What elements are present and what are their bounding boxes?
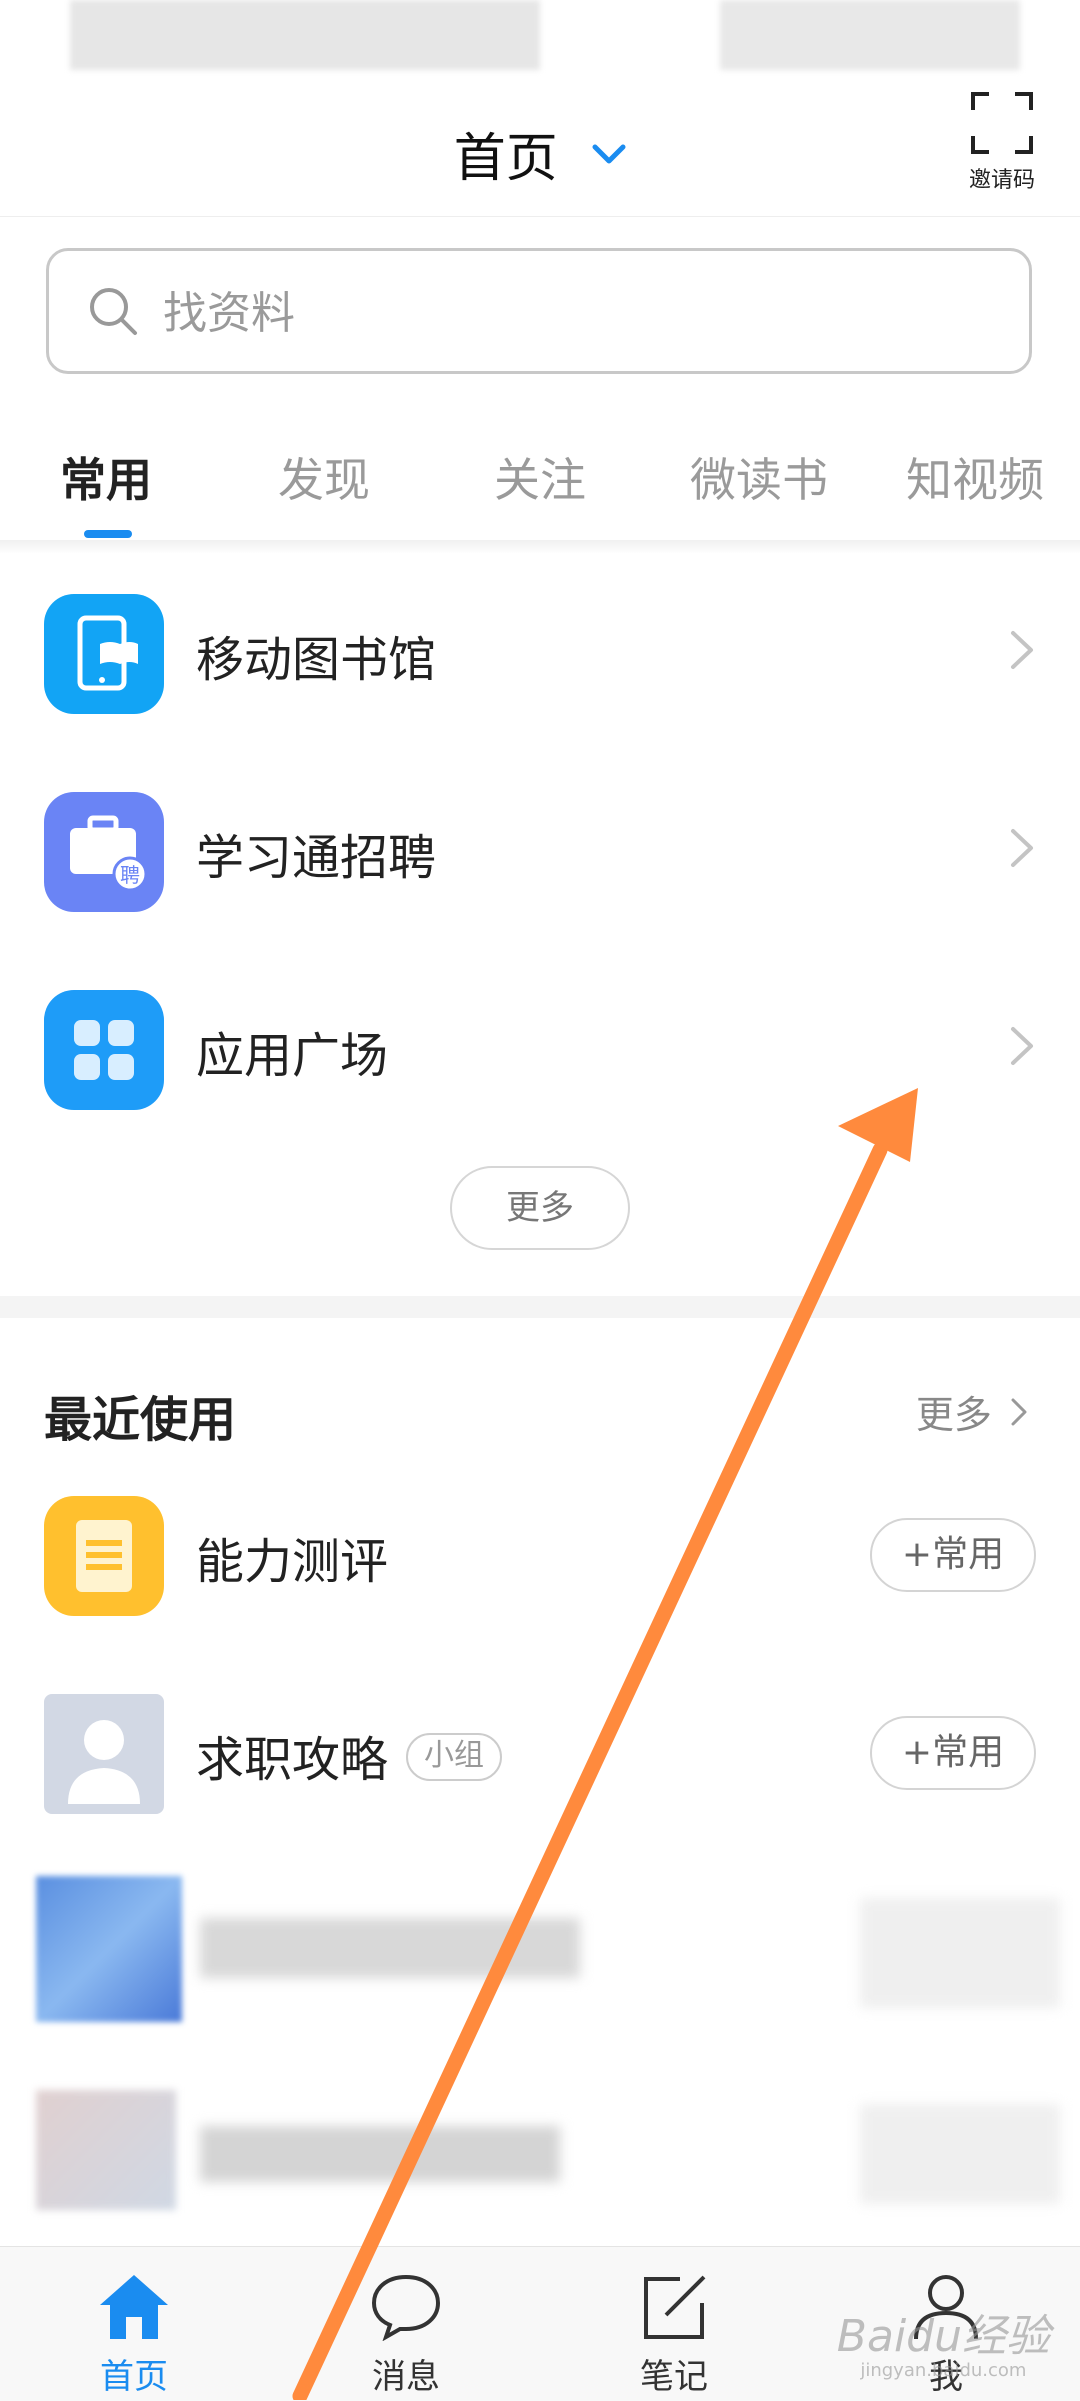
invite-code-button[interactable]: 邀请码 <box>962 92 1042 194</box>
top-header: 首页 邀请码 <box>0 80 1080 217</box>
chevron-right-icon <box>1011 631 1033 669</box>
app-grid-icon <box>44 990 164 1110</box>
nav-messages[interactable]: 消息 <box>336 2271 476 2398</box>
blurred-icon <box>36 2090 176 2210</box>
tab-discover[interactable]: 发现 <box>278 444 370 510</box>
group-tag: 小组 <box>406 1733 503 1781</box>
list-item-blurred[interactable] <box>0 1862 1080 2042</box>
svg-text:聘: 聘 <box>120 863 140 887</box>
tab-micro-reading[interactable]: 微读书 <box>690 444 828 510</box>
blurred-label <box>200 2126 560 2182</box>
chevron-down-icon <box>592 144 626 163</box>
tab-knowledge-video[interactable]: 知视频 <box>906 444 1044 510</box>
active-tab-indicator <box>84 530 132 538</box>
add-to-common-button[interactable]: +常用 <box>870 1716 1036 1790</box>
list-item-label: 移动图书馆 <box>196 632 437 688</box>
blurred-icon <box>36 1876 182 2022</box>
invite-code-label: 邀请码 <box>968 168 1035 193</box>
home-icon <box>100 2275 168 2339</box>
nav-home[interactable]: 首页 <box>64 2271 204 2398</box>
list-item-recruitment[interactable]: 聘 学习通招聘 <box>0 762 1080 942</box>
list-item-label: 求职攻略 小组 <box>196 1720 503 1790</box>
recent-section-title: 最近使用 <box>44 1392 237 1448</box>
list-item-app-square[interactable]: 应用广场 <box>0 960 1080 1140</box>
page-title: 首页 <box>453 129 558 189</box>
blurred-action <box>860 1898 1060 2008</box>
status-bar <box>0 0 1080 80</box>
search-icon <box>90 288 137 335</box>
recent-more-label: 更多 <box>915 1393 992 1437</box>
section-divider <box>0 1296 1080 1318</box>
list-item-ability-test[interactable]: 能力测评 +常用 <box>0 1466 1080 1646</box>
chevron-right-icon <box>1011 1027 1033 1065</box>
scan-frame-icon <box>971 92 1033 154</box>
baidu-watermark: Baidu经验 jingyan.baidu.com <box>837 2300 1050 2381</box>
message-icon <box>371 2274 441 2342</box>
tabs-divider <box>0 540 1080 554</box>
list-item-label: 应用广场 <box>196 1028 389 1084</box>
tab-bar: 常用 发现 关注 微读书 知视频 <box>0 420 1080 540</box>
list-item-title: 求职攻略 <box>196 1732 389 1788</box>
blurred-action <box>860 2104 1060 2204</box>
mobile-library-icon <box>44 594 164 714</box>
list-item-mobile-library[interactable]: 移动图书馆 <box>0 564 1080 744</box>
list-item-job-guide[interactable]: 求职攻略 小组 +常用 <box>0 1664 1080 1844</box>
search-box[interactable] <box>46 248 1032 374</box>
blurred-label <box>200 1918 580 1978</box>
watermark-text: Baidu经验 <box>836 2311 1050 2362</box>
chevron-right-icon <box>1011 1398 1027 1425</box>
nav-notes-label: 笔记 <box>640 2357 708 2397</box>
watermark-sub: jingyan.baidu.com <box>860 2360 1027 2381</box>
list-item-blurred[interactable] <box>0 2060 1080 2240</box>
page-title-dropdown[interactable]: 首页 <box>0 116 1080 191</box>
list-item-label: 能力测评 <box>196 1534 389 1590</box>
nav-notes[interactable]: 笔记 <box>604 2271 744 2398</box>
add-to-common-button[interactable]: +常用 <box>870 1518 1036 1592</box>
note-icon <box>644 2275 706 2339</box>
tab-common[interactable]: 常用 <box>60 444 152 510</box>
chevron-right-icon <box>1011 829 1033 867</box>
recent-more-link[interactable]: 更多 <box>916 1384 1028 1439</box>
nav-home-label: 首页 <box>100 2357 168 2397</box>
nav-messages-label: 消息 <box>372 2357 440 2397</box>
search-input[interactable] <box>161 277 865 349</box>
list-item-label: 学习通招聘 <box>196 830 437 886</box>
tab-follow[interactable]: 关注 <box>494 444 586 510</box>
group-avatar-icon <box>44 1694 164 1814</box>
assessment-doc-icon <box>44 1496 164 1616</box>
more-button[interactable]: 更多 <box>450 1166 630 1250</box>
recruitment-briefcase-icon: 聘 <box>44 792 164 912</box>
